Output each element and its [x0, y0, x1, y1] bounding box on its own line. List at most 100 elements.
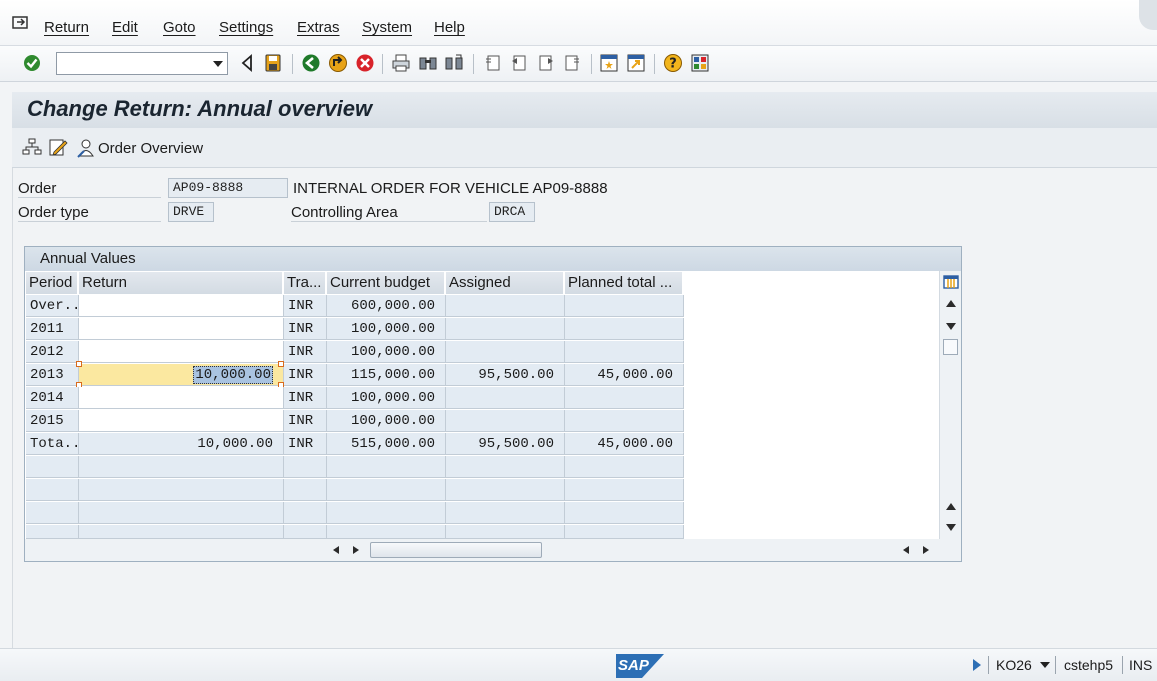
cell-planned-total	[565, 318, 684, 340]
cell-current-budget: 100,000.00	[327, 341, 446, 363]
menu-bar: Return Edit Goto Settings Extras System …	[0, 0, 1157, 46]
menu-return[interactable]: Return	[44, 19, 89, 36]
empty-cell	[327, 456, 446, 478]
cell-return-input[interactable]	[79, 410, 284, 432]
command-field[interactable]	[56, 52, 228, 75]
vertical-scrollbar[interactable]	[939, 271, 961, 539]
horizontal-scroll-thumb[interactable]	[370, 542, 542, 558]
chevron-down-icon[interactable]	[213, 61, 223, 67]
cell-planned-total	[565, 387, 684, 409]
order-type-label: Order type	[18, 204, 161, 222]
cell-period: 2013	[26, 364, 79, 386]
scroll-up-icon[interactable]	[946, 300, 956, 307]
col-header-current-budget[interactable]: Current budget	[327, 272, 445, 294]
cell-assigned	[446, 295, 565, 317]
empty-cell	[26, 456, 79, 478]
print-icon[interactable]	[391, 53, 411, 73]
scroll-down-icon[interactable]	[946, 323, 956, 330]
application-toolbar: Order Overview	[12, 128, 1157, 168]
chevron-down-icon[interactable]	[1040, 662, 1050, 668]
back-icon[interactable]	[238, 53, 258, 73]
next-page-icon[interactable]	[536, 53, 556, 73]
sap-logo-text: SAP	[618, 657, 649, 674]
scroll-left-icon[interactable]	[903, 546, 909, 554]
col-header-assigned[interactable]: Assigned	[446, 272, 564, 294]
cell-current-budget-total: 515,000.00	[327, 433, 446, 455]
horizontal-scrollbar[interactable]	[25, 539, 961, 561]
order-overview-label: Order Overview	[98, 139, 204, 157]
cell-current-budget: 100,000.00	[327, 387, 446, 409]
find-icon[interactable]	[418, 53, 438, 73]
layout-icon[interactable]	[690, 53, 710, 73]
empty-cell	[446, 456, 565, 478]
main-content: Order AP09-8888 INTERNAL ORDER FOR VEHIC…	[12, 168, 1157, 648]
controlling-area-label: Controlling Area	[291, 204, 487, 222]
empty-cell	[446, 525, 565, 539]
cancel-icon[interactable]	[355, 53, 375, 73]
create-session-icon[interactable]	[599, 53, 619, 73]
cell-period: 2011	[26, 318, 79, 340]
first-page-icon[interactable]	[483, 53, 503, 73]
command-input[interactable]	[57, 53, 207, 74]
cell-assigned	[446, 410, 565, 432]
enter-icon[interactable]	[22, 53, 42, 73]
window-corner	[1139, 0, 1157, 30]
scroll-left-icon[interactable]	[333, 546, 339, 554]
last-page-icon[interactable]	[562, 53, 582, 73]
save-icon[interactable]	[263, 53, 283, 73]
cell-currency: INR	[284, 433, 327, 455]
empty-cell	[79, 479, 284, 501]
menu-goto[interactable]: Goto	[163, 19, 196, 36]
find-next-icon[interactable]	[444, 53, 464, 73]
scroll-up-icon[interactable]	[946, 503, 956, 510]
scroll-right-icon[interactable]	[353, 546, 359, 554]
empty-cell	[26, 525, 79, 539]
status-bar: SAP KO26 cstehp5 INS	[0, 648, 1157, 681]
col-header-period[interactable]: Period	[26, 272, 78, 294]
cell-period: 2014	[26, 387, 79, 409]
order-field[interactable]: AP09-8888	[168, 178, 288, 198]
toolbar-separator	[382, 54, 383, 74]
cell-assigned	[446, 341, 565, 363]
menu-help[interactable]: Help	[434, 19, 465, 36]
order-overview-button[interactable]: Order Overview	[76, 136, 203, 160]
status-expand-icon[interactable]	[973, 659, 981, 671]
exit-icon[interactable]	[328, 53, 348, 73]
annual-values-title: Annual Values	[25, 247, 961, 271]
col-header-planned-total[interactable]: Planned total ...	[565, 272, 683, 294]
vertical-scroll-thumb[interactable]	[943, 339, 958, 355]
cell-current-budget: 100,000.00	[327, 318, 446, 340]
app-menu-icon[interactable]	[12, 16, 30, 30]
column-settings-icon[interactable]	[943, 274, 959, 290]
edit-icon[interactable]	[48, 137, 68, 157]
cell-return-input[interactable]	[79, 295, 284, 317]
hierarchy-icon[interactable]	[22, 137, 42, 157]
order-label: Order	[18, 180, 161, 198]
help-icon[interactable]: ?	[663, 53, 683, 73]
controlling-area-field[interactable]: DRCA	[489, 202, 535, 222]
menu-system[interactable]: System	[362, 19, 412, 36]
cell-return-input[interactable]	[79, 318, 284, 340]
cell-assigned	[446, 318, 565, 340]
shortcut-icon[interactable]	[626, 53, 646, 73]
scroll-down-icon[interactable]	[946, 524, 956, 531]
cell-return-input[interactable]	[79, 341, 284, 363]
selection-handle	[76, 361, 82, 367]
menu-extras[interactable]: Extras	[297, 19, 340, 36]
green-back-icon[interactable]	[301, 53, 321, 73]
empty-cell	[284, 525, 327, 539]
transaction-code: KO26	[996, 657, 1032, 673]
order-type-field[interactable]: DRVE	[168, 202, 214, 222]
scroll-right-icon[interactable]	[923, 546, 929, 554]
col-header-transaction-currency[interactable]: Tra...	[284, 272, 326, 294]
col-header-return[interactable]: Return	[79, 272, 283, 294]
previous-page-icon[interactable]	[509, 53, 529, 73]
status-separator	[1055, 656, 1056, 674]
toolbar-separator	[591, 54, 592, 74]
cell-return-input-selected[interactable]: 10,000.00	[79, 364, 284, 386]
cell-return-input[interactable]	[79, 387, 284, 409]
menu-settings[interactable]: Settings	[219, 19, 273, 36]
toolbar-separator	[654, 54, 655, 74]
cell-currency: INR	[284, 410, 327, 432]
menu-edit[interactable]: Edit	[112, 19, 138, 36]
